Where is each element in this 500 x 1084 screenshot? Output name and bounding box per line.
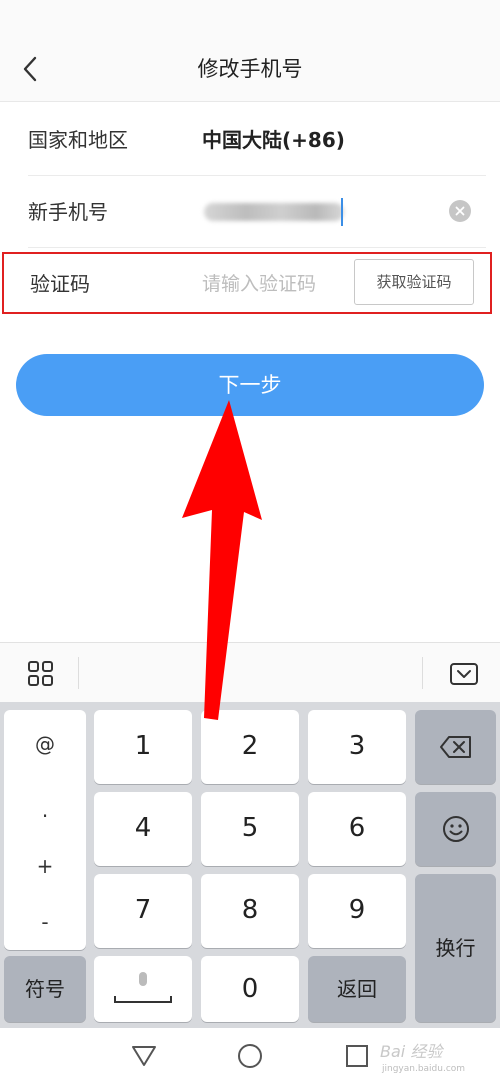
key-4[interactable]: 4 [94,792,192,866]
divider [28,247,486,248]
key-label: 0 [241,974,259,1004]
keyboard-toolbar [0,642,500,702]
key-3[interactable]: 3 [308,710,406,784]
symbol-column: @ . + - [4,710,86,950]
grid-icon [28,661,53,686]
back-button[interactable] [14,52,48,86]
region-row[interactable]: 国家和地区 中国大陆(+86) [0,104,500,176]
get-code-button[interactable]: 获取验证码 [354,259,474,305]
verification-code-input[interactable] [202,266,350,302]
watermark: Bai 经验 [380,1042,443,1061]
key-1[interactable]: 1 [94,710,192,784]
key-label: 4 [134,813,152,843]
clear-button[interactable] [449,200,471,222]
verification-code-row: 验证码 获取验证码 [2,252,492,314]
next-button[interactable]: 下一步 [16,354,484,416]
symbol-key-plus[interactable]: + [4,854,86,878]
symbol-key-minus[interactable]: - [4,910,86,934]
status-bar [0,0,500,36]
key-label: 换行 [435,936,476,960]
key-6[interactable]: 6 [308,792,406,866]
nav-bar: 修改手机号 [0,36,500,102]
divider [422,657,423,689]
key-8[interactable]: 8 [201,874,299,948]
keyboard-hide-icon [450,663,478,685]
key-label: 8 [241,895,259,925]
phone-label: 新手机号 [28,200,108,224]
page-title: 修改手机号 [197,57,303,81]
symbol-key-at[interactable]: @ [4,732,86,756]
key-7[interactable]: 7 [94,874,192,948]
key-9[interactable]: 9 [308,874,406,948]
key-label: 3 [348,731,366,761]
verification-code-label: 验证码 [30,272,90,296]
key-label: 7 [134,895,152,925]
phone-row: 新手机号 [0,176,500,248]
key-label: 1 [134,731,152,761]
key-2[interactable]: 2 [201,710,299,784]
space-voice-key[interactable] [94,956,192,1022]
region-value: 中国大陆(+86) [202,128,345,152]
emoji-key[interactable] [415,792,496,866]
key-label: 5 [241,813,259,843]
key-label: 符号 [25,977,65,1001]
microphone-icon [114,972,172,1003]
region-label: 国家和地区 [28,128,128,152]
key-label: 9 [348,895,366,925]
key-label: 6 [348,813,366,843]
triangle-back-icon[interactable] [130,1044,158,1068]
text-cursor [341,198,343,226]
close-icon [455,206,465,216]
numeric-keyboard: @ . + - 1 2 3 4 5 6 7 8 9 换行 符号 0 返回 [0,702,500,1028]
recent-apps-square-icon[interactable] [346,1045,368,1067]
key-5[interactable]: 5 [201,792,299,866]
key-0[interactable]: 0 [201,956,299,1022]
hide-keyboard-button[interactable] [448,659,480,689]
symbol-key-dot[interactable]: . [4,798,86,822]
phone-number-field[interactable] [204,203,344,221]
watermark-url: jingyan.baidu.com [382,1064,466,1074]
symbol-key[interactable]: 符号 [4,956,86,1022]
backspace-icon [439,736,471,758]
keyboard-menu-button[interactable] [26,659,56,689]
divider [78,657,79,689]
emoji-icon [442,816,469,842]
backspace-key[interactable] [415,710,496,784]
enter-key[interactable]: 换行 [415,874,496,1022]
home-circle-icon[interactable] [238,1044,262,1068]
return-key[interactable]: 返回 [308,956,406,1022]
chevron-left-icon [23,56,37,82]
key-label: 返回 [337,977,377,1001]
key-label: 2 [241,731,259,761]
